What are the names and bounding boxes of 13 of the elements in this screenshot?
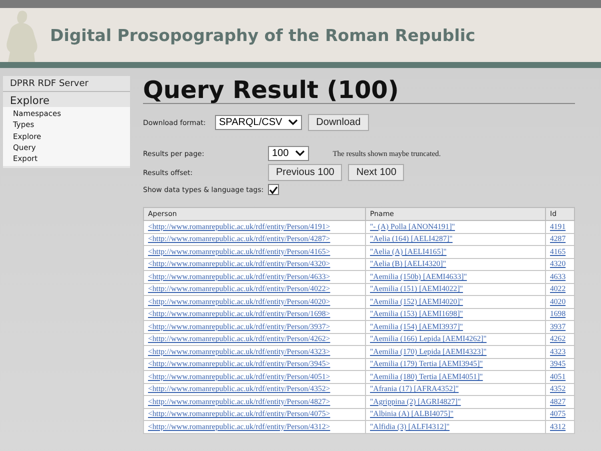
checkmark-icon [269,186,278,194]
checkbox[interactable] [268,184,279,195]
page-heading: Query Result (100) [143,76,575,104]
chevron-icon [294,150,305,157]
page-button[interactable]: Previous 100 [268,164,342,181]
chevron-icon [288,119,298,126]
sidebar-section[interactable]: Explore [3,92,130,107]
download-button[interactable]: Download [308,114,369,131]
format-dropdown[interactable]: SPARQL/CSV [215,115,302,130]
per-page-dropdown[interactable]: 100 [268,146,309,161]
sidebar-title[interactable]: DPRR RDF Server [3,76,130,92]
site-title[interactable]: Digital Prosopography of the Roman Republic [50,26,476,44]
page-button[interactable]: Next 100 [348,164,404,181]
